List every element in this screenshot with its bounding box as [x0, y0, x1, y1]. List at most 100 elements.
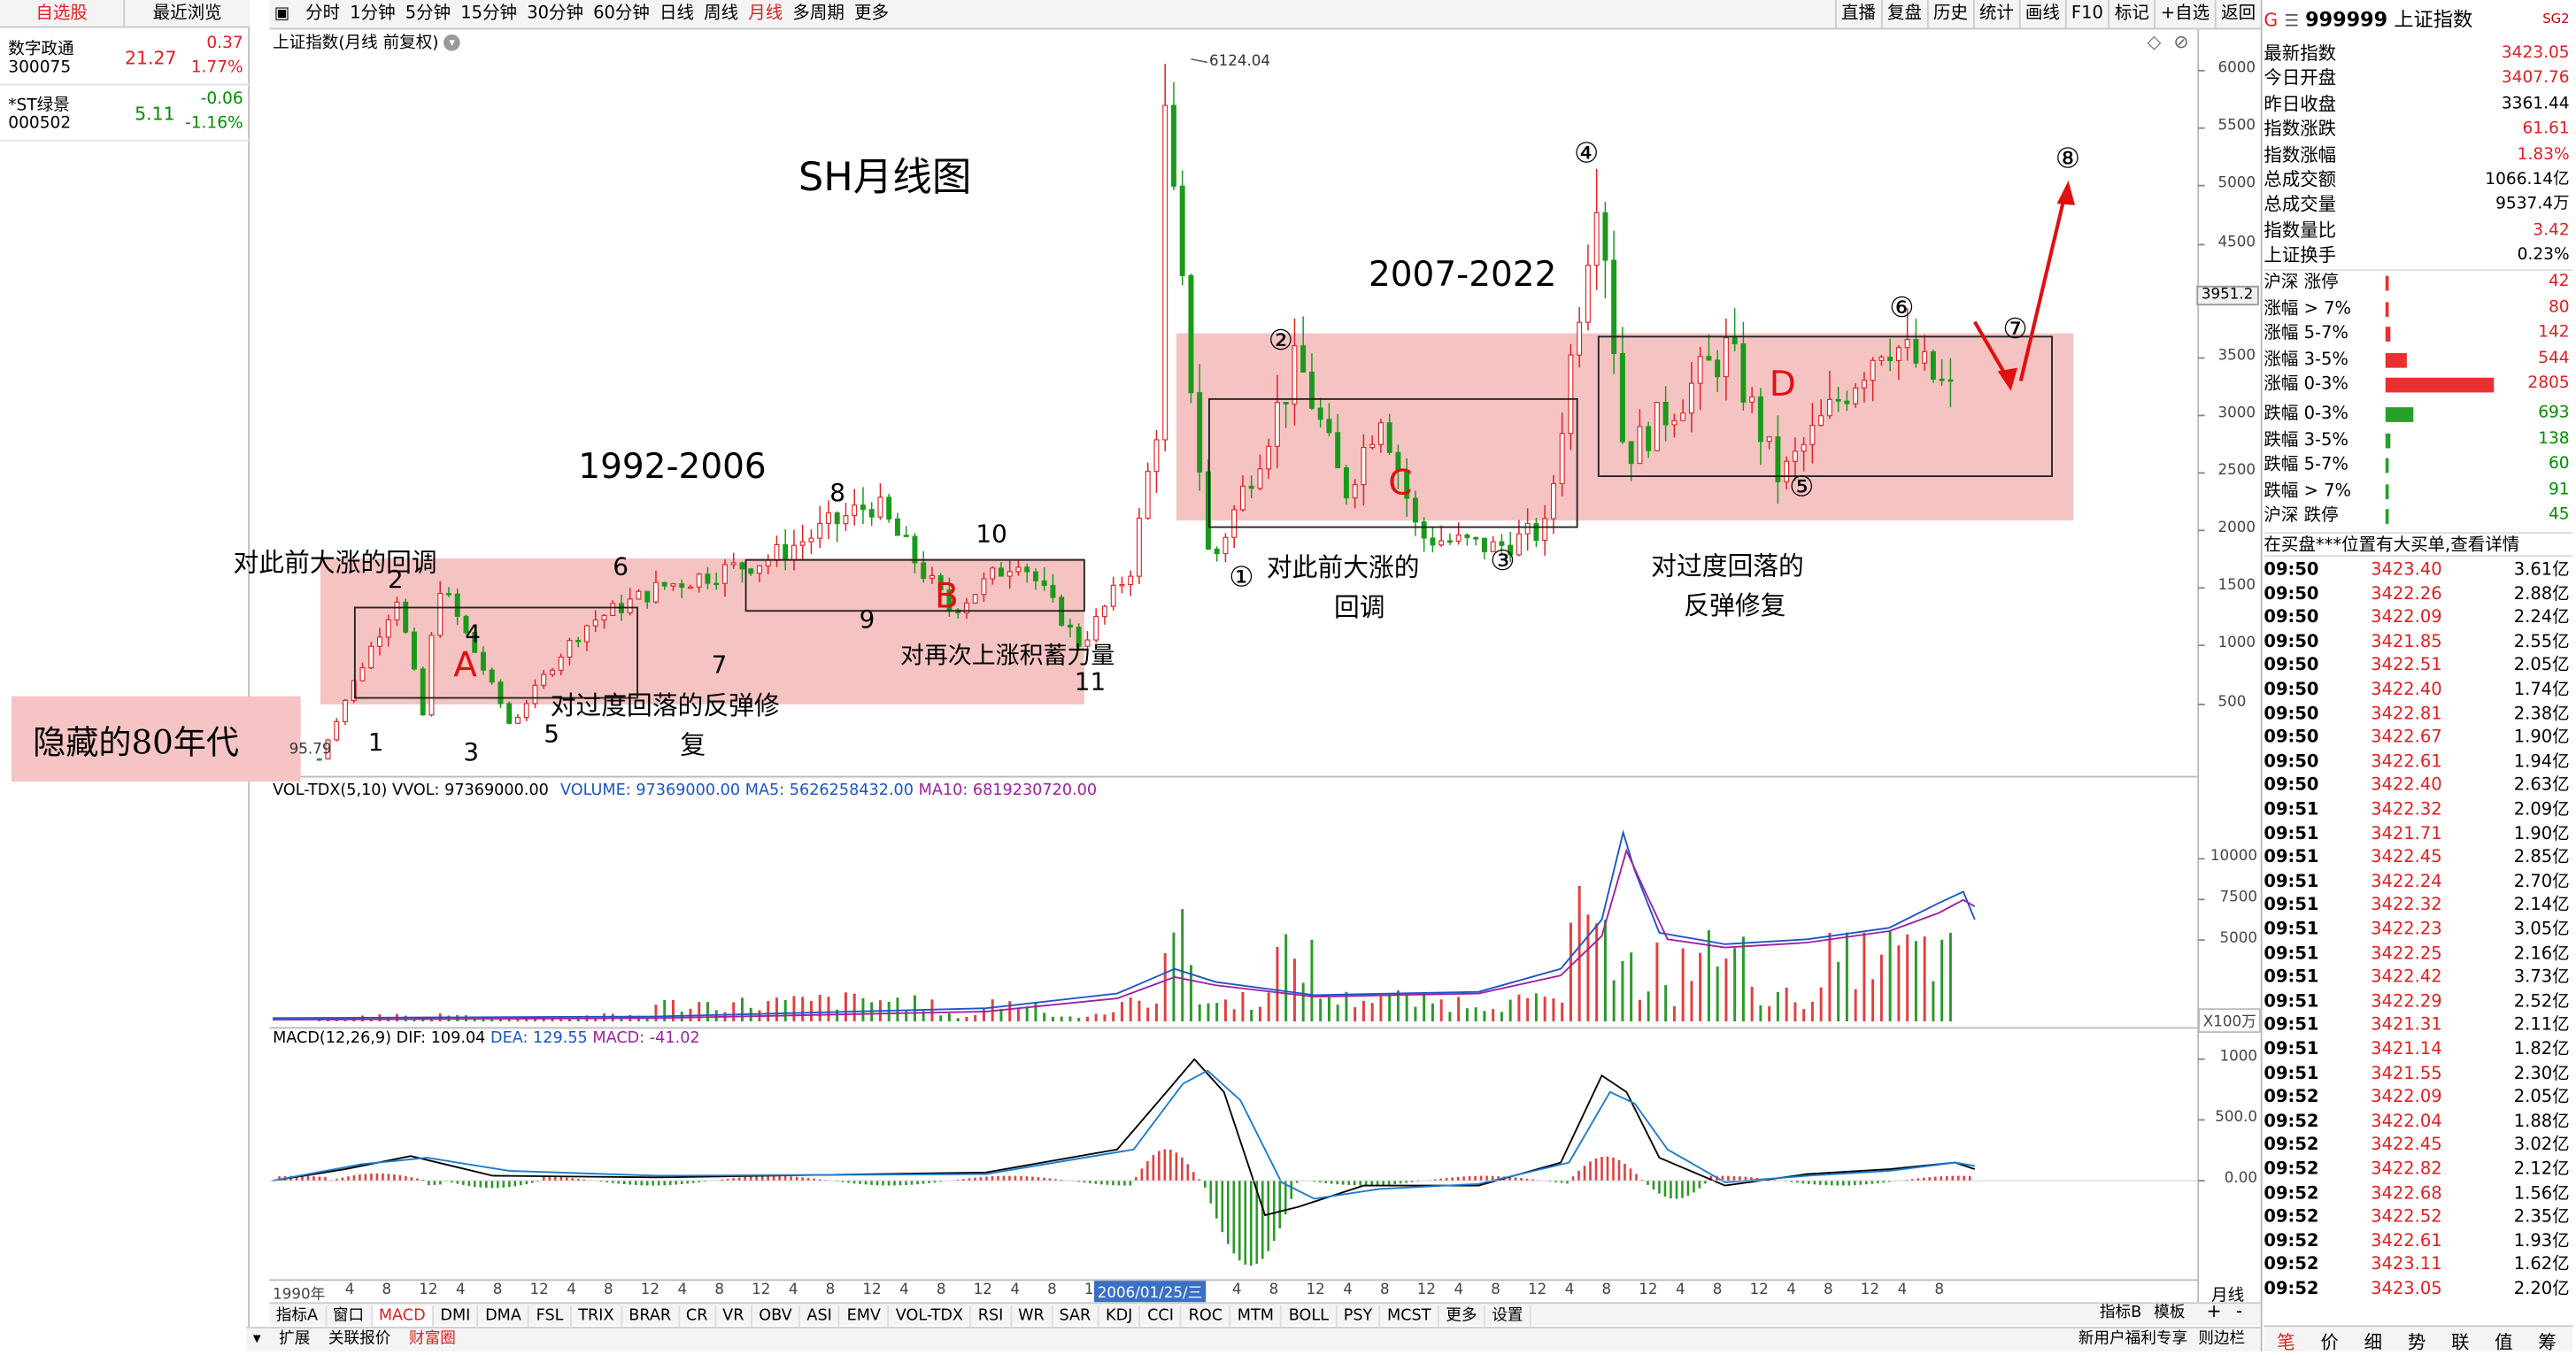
- side-bar-link[interactable]: 则边栏: [2198, 1328, 2245, 1351]
- indicator-b-tab[interactable]: 指标B: [2100, 1302, 2141, 1323]
- indicator-tab-9[interactable]: VR: [716, 1305, 752, 1328]
- indicator-tab-20[interactable]: MTM: [1230, 1305, 1283, 1328]
- candle-body: [1308, 371, 1315, 409]
- sidebar-toggle-icon[interactable]: ▣: [269, 0, 295, 28]
- indicator-tab-18[interactable]: CCI: [1141, 1305, 1183, 1328]
- vvol-value: VVOL: 97369000.00: [392, 781, 549, 800]
- candle-body: [1248, 485, 1254, 489]
- breadth-row[interactable]: 涨幅 > 7% 80: [2264, 296, 2572, 320]
- period-label-2007: 2007-2022: [1368, 254, 1557, 295]
- zoom-in-icon[interactable]: +: [2206, 1300, 2221, 1321]
- toolbar-btn-2[interactable]: 历史: [1926, 0, 1973, 28]
- indicator-tab-13[interactable]: VOL-TDX: [889, 1305, 972, 1328]
- order-notice[interactable]: 在买盘***位置有大买单,查看详情: [2264, 532, 2573, 557]
- toolbar-btn-5[interactable]: F10: [2064, 0, 2108, 28]
- breadth-row[interactable]: 沪深 跌停 45: [2264, 504, 2572, 528]
- quote-tab-4[interactable]: 联: [2451, 1328, 2469, 1355]
- expand-button[interactable]: 扩展: [273, 1330, 317, 1348]
- indicator-tab-14[interactable]: RSI: [971, 1305, 1012, 1328]
- candle-body: [808, 537, 814, 543]
- toolbar-btn-3[interactable]: 统计: [1972, 0, 2019, 28]
- candle-body: [1386, 422, 1392, 453]
- period-2[interactable]: 5分钟: [400, 0, 456, 28]
- period-8[interactable]: 月线: [744, 0, 788, 28]
- indicator-tab-23[interactable]: MCST: [1381, 1305, 1439, 1328]
- breadth-row[interactable]: 跌幅 0-3% 693: [2264, 403, 2572, 427]
- toolbar-btn-4[interactable]: 画线: [2018, 0, 2064, 28]
- indicator-tab-2[interactable]: MACD: [372, 1305, 434, 1328]
- x-tick: 8: [382, 1282, 392, 1299]
- quote-tab-1[interactable]: 价: [2320, 1328, 2338, 1355]
- scroll-down-icon[interactable]: ▾: [246, 1330, 267, 1348]
- indicator-tab-7[interactable]: BRAR: [622, 1305, 680, 1328]
- breadth-row[interactable]: 沪深 涨停 42: [2264, 271, 2572, 295]
- x-tick: 4: [1564, 1282, 1575, 1299]
- indicator-tab-6[interactable]: TRIX: [572, 1305, 622, 1328]
- indicator-tab-16[interactable]: SAR: [1053, 1305, 1099, 1328]
- tick-row: 09:50 3422.81 2.38亿: [2264, 702, 2572, 726]
- toolbar-btn-0[interactable]: 直播: [1834, 0, 1881, 28]
- period-7[interactable]: 周线: [699, 0, 744, 28]
- indicator-tab-15[interactable]: WR: [1012, 1305, 1053, 1328]
- indicator-tab-4[interactable]: DMA: [479, 1305, 530, 1328]
- indicator-tab-12[interactable]: EMV: [840, 1305, 890, 1328]
- tab-watchlist[interactable]: 自选股: [0, 0, 126, 28]
- quote-tab-3[interactable]: 势: [2408, 1328, 2426, 1355]
- tab-recent[interactable]: 最近浏览: [125, 0, 250, 28]
- indicator-tab-17[interactable]: KDJ: [1099, 1305, 1141, 1328]
- tick-price: 3422.51: [2371, 656, 2442, 676]
- zoom-out-icon[interactable]: -: [2236, 1300, 2242, 1321]
- period-0[interactable]: 分时: [301, 0, 345, 28]
- indicator-tab-1[interactable]: 窗口: [326, 1305, 373, 1328]
- period-6[interactable]: 日线: [654, 0, 698, 28]
- related-quote-button[interactable]: 关联报价: [321, 1330, 397, 1348]
- indicator-tab-22[interactable]: PSY: [1337, 1305, 1381, 1328]
- candle-body: [1784, 460, 1790, 482]
- indicator-tab-8[interactable]: CR: [679, 1305, 716, 1328]
- x-tick: 8: [1712, 1282, 1723, 1299]
- period-1[interactable]: 1分钟: [345, 0, 401, 28]
- breadth-row[interactable]: 跌幅 5-7% 60: [2264, 453, 2572, 477]
- toolbar-btn-8[interactable]: 返回: [2214, 0, 2261, 28]
- indicator-tab-25[interactable]: 设置: [1485, 1305, 1531, 1328]
- candle-body: [1352, 484, 1358, 499]
- period-5[interactable]: 60分钟: [589, 0, 655, 28]
- quote-tab-6[interactable]: 筹: [2538, 1328, 2556, 1355]
- period-9[interactable]: 多周期: [788, 0, 850, 28]
- watch-item[interactable]: 数字政通 300075 21.27 0.37 1.77%: [0, 29, 251, 86]
- indicator-tab-10[interactable]: OBV: [752, 1305, 800, 1328]
- template-tab[interactable]: 模板: [2154, 1302, 2185, 1323]
- breadth-row[interactable]: 涨幅 3-5% 544: [2264, 348, 2572, 372]
- breadth-row[interactable]: 跌幅 3-5% 138: [2264, 428, 2572, 452]
- toolbar-btn-6[interactable]: 标记: [2108, 0, 2154, 28]
- period-3[interactable]: 15分钟: [456, 0, 522, 28]
- quote-tab-5[interactable]: 值: [2495, 1328, 2512, 1355]
- quote-row: 指数涨幅 1.83%: [2264, 142, 2572, 167]
- breadth-row[interactable]: 涨幅 5-7% 142: [2264, 322, 2572, 346]
- indicator-tab-11[interactable]: ASI: [800, 1305, 841, 1328]
- kline-chart[interactable]: [269, 29, 2260, 1327]
- menu-icon[interactable]: ☰: [2284, 13, 2299, 31]
- indicator-tab-24[interactable]: 更多: [1439, 1305, 1485, 1328]
- new-user-link[interactable]: 新用户福利专享: [2079, 1328, 2187, 1351]
- toolbar-btn-1[interactable]: 复盘: [1880, 0, 1927, 28]
- quote-tab-2[interactable]: 细: [2364, 1328, 2382, 1355]
- watch-item[interactable]: *ST绿景 000502 5.11 -0.06 -1.16%: [0, 85, 251, 142]
- indicator-tab-21[interactable]: BOLL: [1282, 1305, 1338, 1328]
- tick-amount: 2.55亿: [2513, 631, 2570, 652]
- tick-time: 09:51: [2264, 920, 2319, 940]
- box-label-a: A: [453, 645, 477, 685]
- indicator-tab-19[interactable]: ROC: [1182, 1305, 1231, 1328]
- breadth-row[interactable]: 跌幅 > 7% 91: [2264, 479, 2572, 503]
- indicator-tab-3[interactable]: DMI: [434, 1305, 479, 1328]
- period-4[interactable]: 30分钟: [522, 0, 589, 28]
- wealth-circle-button[interactable]: 财富圈: [403, 1330, 463, 1348]
- candle-body: [532, 684, 538, 704]
- x-tick: 4: [1676, 1282, 1685, 1299]
- indicator-tab-0[interactable]: 指标A: [269, 1305, 327, 1328]
- toolbar-btn-7[interactable]: +自选: [2154, 0, 2214, 28]
- quote-tab-0[interactable]: 笔: [2277, 1328, 2294, 1355]
- indicator-tab-5[interactable]: FSL: [529, 1305, 572, 1328]
- period-10[interactable]: 更多: [849, 0, 893, 28]
- breadth-row[interactable]: 涨幅 0-3% 2805: [2264, 373, 2572, 397]
